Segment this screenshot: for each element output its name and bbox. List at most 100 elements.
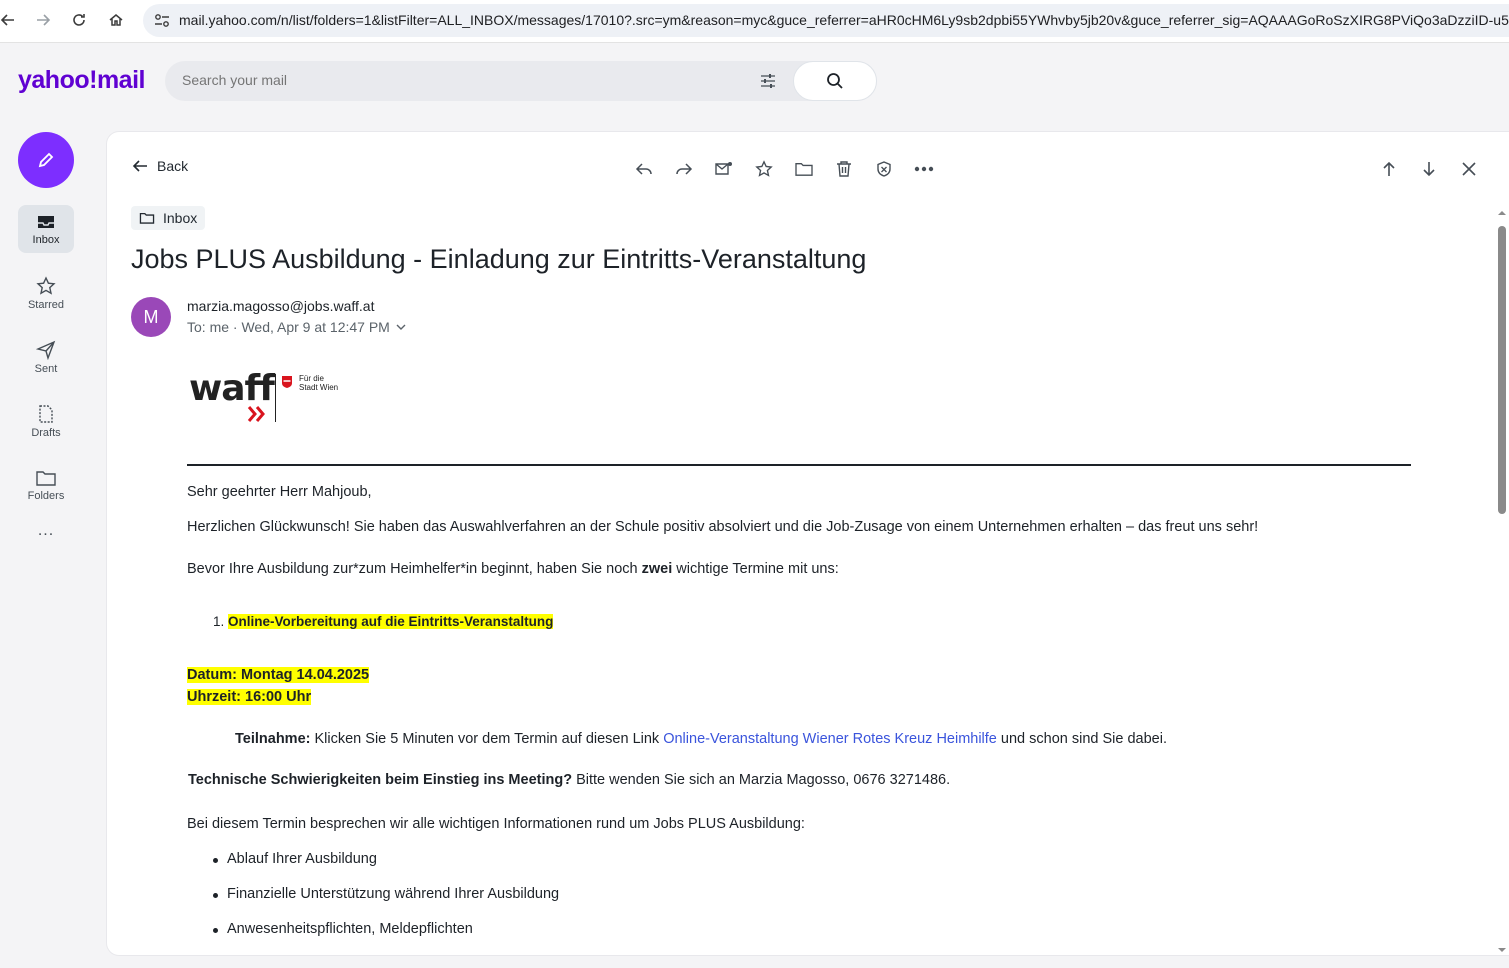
more-actions-button[interactable]	[913, 158, 935, 180]
teilnahme-text: Klicken Sie 5 Minuten vor dem Termin auf…	[310, 731, 664, 747]
teilnahme-line: Teilnahme: Klicken Sie 5 Minuten vor dem…	[235, 731, 1167, 747]
reply-button[interactable]	[633, 158, 655, 180]
p2-bold: zwei	[641, 561, 673, 577]
rail-label-inbox: Inbox	[32, 233, 60, 246]
scroll-down-icon[interactable]	[1495, 945, 1509, 955]
rail-item-sent[interactable]: Sent	[18, 333, 74, 381]
reply-icon	[635, 163, 652, 175]
envelope-icon	[715, 162, 732, 175]
rail-more-button[interactable]: ...	[18, 516, 74, 546]
meeting-link[interactable]: Online-Veranstaltung Wiener Rotes Kreuz …	[663, 731, 997, 747]
folder-icon	[795, 163, 813, 176]
list-item: Ablauf Ihrer Ausbildung	[227, 851, 377, 867]
more-dots-icon: ...	[37, 522, 55, 539]
uhrzeit-text: Uhrzeit: 16:00 Uhr	[187, 689, 312, 705]
list-item: Anwesenheitspflichten, Meldepflichten	[227, 921, 473, 937]
rail-item-inbox[interactable]: Inbox	[18, 205, 74, 253]
reload-icon[interactable]	[67, 8, 91, 32]
next-message-button[interactable]	[1418, 158, 1440, 180]
time-line: Uhrzeit: 16:00 Uhr	[187, 689, 312, 705]
teilnahme-end: und schon sind Sie dabei.	[996, 731, 1167, 747]
rail-label-sent: Sent	[34, 362, 58, 375]
rail-item-folders[interactable]: Folders	[18, 461, 74, 509]
more-dots-icon	[914, 166, 934, 172]
site-settings-icon[interactable]	[153, 12, 171, 30]
home-icon[interactable]	[104, 8, 128, 32]
recipient-meta[interactable]: To: me · Wed, Apr 9 at 12:47 PM	[187, 319, 407, 335]
sender-avatar[interactable]: M	[131, 297, 171, 337]
folder-icon	[36, 470, 56, 486]
scroll-up-icon[interactable]	[1495, 208, 1509, 218]
rail-item-drafts[interactable]: Drafts	[18, 397, 74, 445]
star-icon	[755, 160, 773, 177]
rail-label-starred: Starred	[27, 298, 65, 311]
draft-icon	[39, 404, 53, 423]
waff-logo: waff Für die Stadt Wien	[189, 368, 349, 424]
scrollbar-thumb[interactable]	[1498, 226, 1506, 514]
sender-email[interactable]: marzia.magosso@jobs.waff.at	[187, 298, 374, 314]
mark-unread-button[interactable]	[713, 158, 735, 180]
close-message-button[interactable]	[1458, 158, 1480, 180]
waff-chevrons-icon	[247, 406, 265, 422]
url-text: mail.yahoo.com/n/list/folders=1&listFilt…	[179, 12, 1509, 28]
star-icon	[36, 275, 56, 295]
arrow-up-icon	[1383, 161, 1395, 176]
back-button[interactable]: Back	[131, 158, 188, 174]
scrollbar[interactable]	[1495, 208, 1509, 955]
folder-chip-inbox[interactable]: Inbox	[131, 206, 206, 230]
list-item: Finanzielle Unterstützung während Ihrer …	[227, 886, 560, 902]
address-bar[interactable]: mail.yahoo.com/n/list/folders=1&listFilt…	[143, 4, 1509, 37]
paragraph-congrats: Herzlichen Glückwunsch! Sie haben das Au…	[187, 519, 1259, 535]
list-number: 1.	[213, 614, 225, 629]
tech-text: Bitte wenden Sie sich an Marzia Magosso,…	[572, 772, 951, 788]
spam-button[interactable]	[873, 158, 895, 180]
waff-logo-text: waff	[189, 368, 275, 409]
list-item-1: 1. Online-Vorbereitung auf die Eintritts…	[213, 614, 554, 629]
logo-divider	[275, 374, 276, 422]
delete-button[interactable]	[833, 158, 855, 180]
search-bar	[165, 61, 877, 101]
teilnahme-label: Teilnahme:	[235, 731, 311, 747]
list-item-1-text: Online-Vorbereitung auf die Eintritts-Ve…	[228, 614, 554, 629]
arrow-down-icon	[1423, 162, 1435, 177]
tech-label: Technische Schwierigkeiten beim Einstieg…	[188, 772, 573, 788]
rail-label-folders: Folders	[27, 489, 65, 502]
filter-sliders-icon[interactable]	[759, 73, 777, 89]
datum-label: Datum	[187, 667, 233, 683]
star-button[interactable]	[753, 158, 775, 180]
search-button[interactable]	[793, 61, 877, 101]
move-button[interactable]	[793, 158, 815, 180]
paragraph-appointments: Bevor Ihre Ausbildung zur*zum Heimhelfer…	[187, 561, 839, 577]
shield-x-icon	[877, 161, 891, 177]
folder-chip-label: Inbox	[163, 210, 198, 226]
compose-button[interactable]	[18, 132, 74, 188]
header-divider	[187, 464, 1411, 466]
close-icon	[1462, 162, 1476, 176]
p2-end: wichtige Termine mit uns:	[672, 561, 839, 577]
rail-label-drafts: Drafts	[31, 426, 61, 439]
previous-message-button[interactable]	[1378, 158, 1400, 180]
send-icon	[36, 340, 56, 360]
tech-support-line: Technische Schwierigkeiten beim Einstieg…	[188, 772, 950, 788]
paragraph-topics: Bei diesem Termin besprechen wir alle wi…	[187, 816, 805, 832]
p2-start: Bevor Ihre Ausbildung zur*zum Heimhelfer…	[187, 561, 642, 577]
back-arrow-icon[interactable]	[0, 8, 20, 32]
forward-button[interactable]	[673, 158, 695, 180]
wien-shield-icon	[282, 376, 292, 388]
logo-sub1: Für die	[299, 374, 324, 383]
bullet-dot	[213, 858, 218, 863]
chevron-down-icon	[396, 324, 406, 330]
trash-icon	[837, 161, 851, 177]
search-input[interactable]	[182, 72, 742, 88]
forward-arrow-icon[interactable]	[31, 8, 55, 32]
bullet-dot	[213, 928, 218, 933]
back-label: Back	[157, 158, 189, 174]
search-icon	[827, 73, 843, 89]
browser-toolbar: mail.yahoo.com/n/list/folders=1&listFilt…	[0, 0, 1509, 43]
forward-icon	[676, 163, 693, 175]
datum-value: : Montag 14.04.2025	[232, 667, 370, 683]
message-panel: Back Inbox Jobs PLUS Ausbildung - Einlad…	[107, 132, 1509, 955]
yahoo-mail-logo[interactable]: yahoo!mail	[18, 66, 145, 95]
rail-item-starred[interactable]: Starred	[18, 269, 74, 317]
greeting: Sehr geehrter Herr Mahjoub,	[187, 484, 372, 500]
